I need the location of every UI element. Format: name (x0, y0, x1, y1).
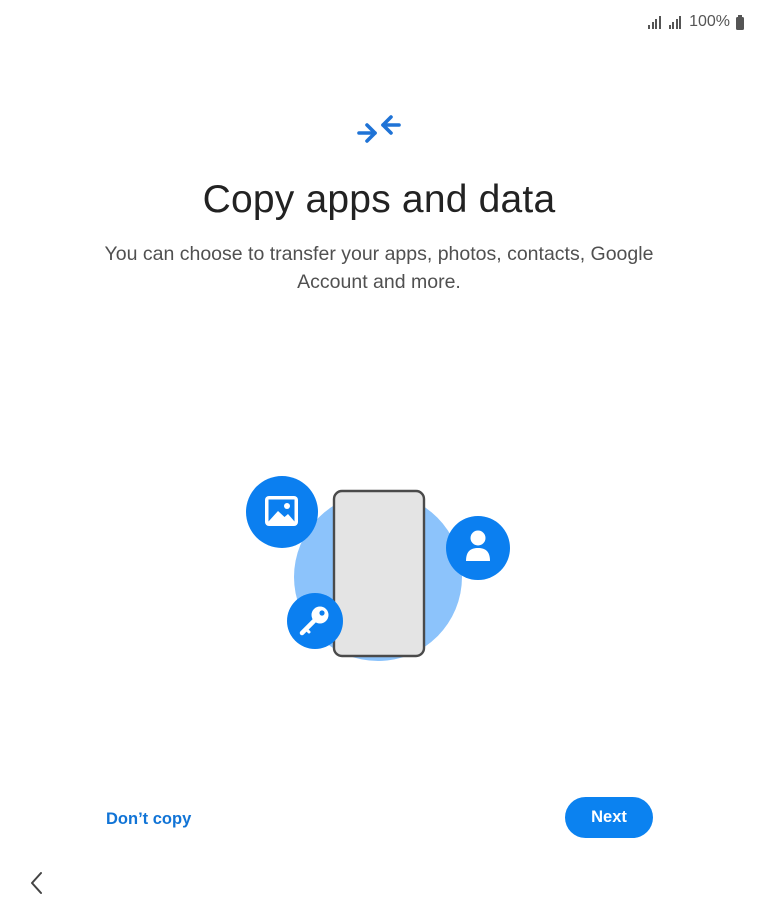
back-button[interactable] (24, 868, 50, 898)
copy-apps-screen: 100% Copy apps and data You can choose t… (0, 0, 758, 910)
transfer-arrows-icon (357, 115, 401, 143)
battery-icon (736, 14, 744, 30)
signal-icon (648, 15, 661, 29)
page-title: Copy apps and data (202, 178, 556, 221)
key-icon (287, 593, 343, 649)
status-bar: 100% (648, 12, 744, 32)
person-icon (446, 516, 510, 580)
transfer-illustration (246, 476, 510, 661)
next-button[interactable]: Next (565, 797, 653, 838)
signal-icon (668, 15, 682, 29)
phone-icon (332, 489, 426, 658)
page-subtitle: You can choose to transfer your apps, ph… (104, 243, 654, 293)
image-icon (246, 476, 318, 548)
chevron-left-icon (31, 872, 42, 894)
battery-percentage: 100% (689, 13, 730, 30)
dont-copy-button[interactable]: Don’t copy (94, 800, 203, 838)
